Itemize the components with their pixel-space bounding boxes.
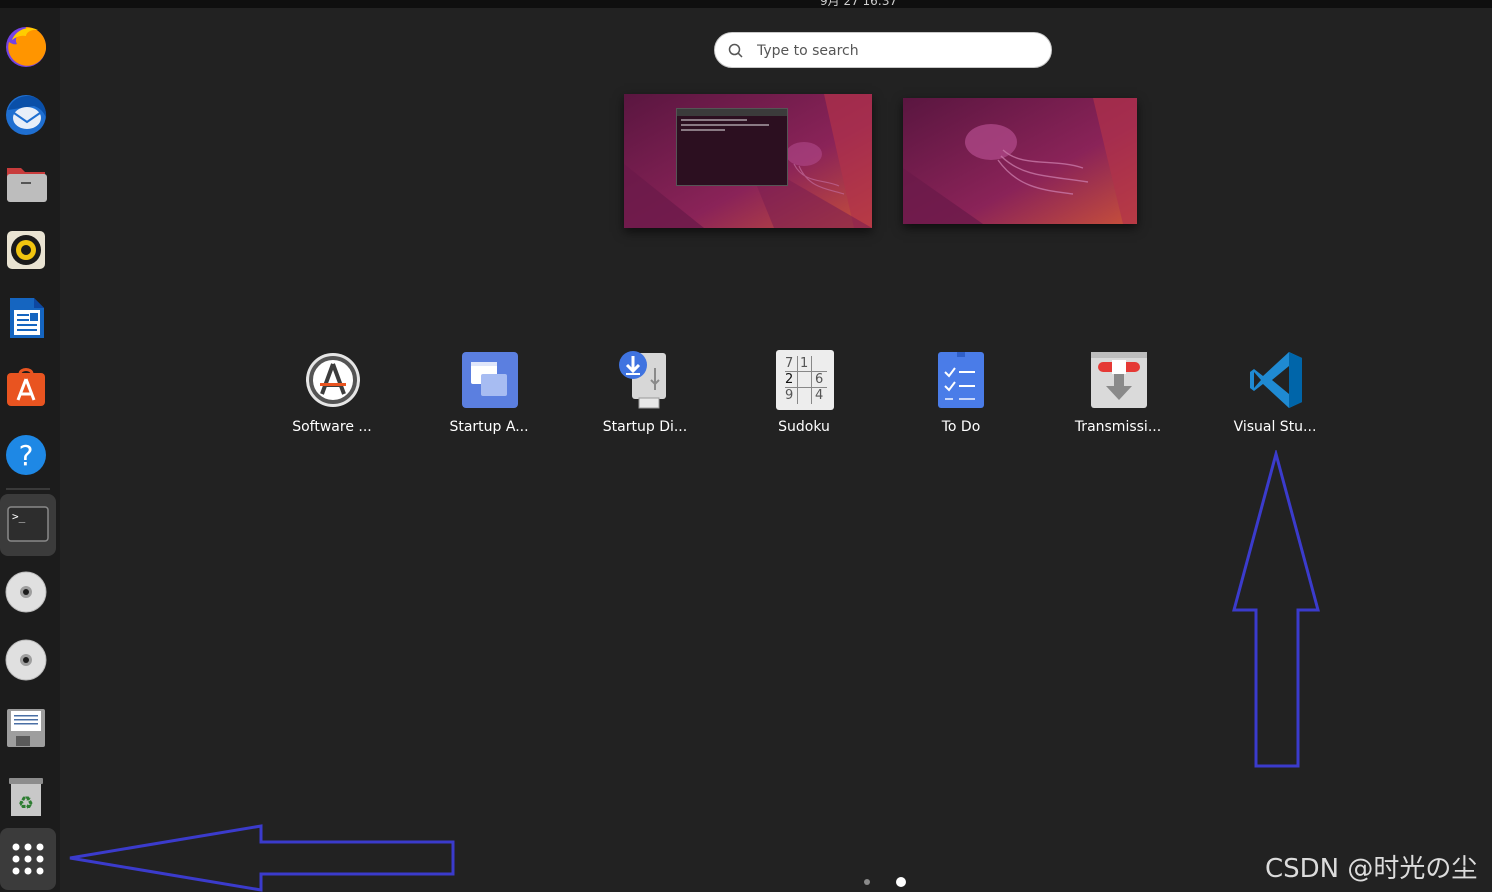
page-indicator-1[interactable] bbox=[864, 879, 870, 885]
dock-disc-1[interactable] bbox=[0, 564, 50, 620]
sudoku-icon: 7 1 2 6 9 4 bbox=[776, 350, 834, 410]
app-software-properties[interactable]: Software ... bbox=[277, 350, 387, 450]
dock-separator bbox=[6, 488, 50, 490]
dock-rhythmbox[interactable] bbox=[0, 222, 50, 278]
trash-icon: ♻ bbox=[9, 778, 43, 816]
dock-files[interactable] bbox=[0, 154, 50, 210]
startup-applications-icon bbox=[462, 352, 518, 408]
vscode-icon bbox=[1250, 352, 1302, 408]
app-todo[interactable]: To Do bbox=[906, 350, 1016, 450]
svg-text:♻: ♻ bbox=[18, 793, 34, 814]
app-startup-applications[interactable]: Startup A... bbox=[434, 350, 544, 450]
help-icon: ? bbox=[6, 435, 46, 475]
dock-firefox[interactable] bbox=[0, 18, 50, 74]
annotation-arrow-up bbox=[1232, 450, 1320, 768]
app-sudoku[interactable]: 7 1 2 6 9 4 Sudoku bbox=[749, 350, 859, 450]
shopping-bag-icon bbox=[7, 368, 45, 406]
svg-text:?: ? bbox=[19, 439, 34, 472]
document-icon bbox=[10, 298, 44, 338]
top-bar: 9月 27 16:37 bbox=[0, 0, 1492, 8]
usb-drive-icon bbox=[619, 351, 666, 409]
dock-show-applications[interactable] bbox=[0, 828, 56, 890]
svg-text:>_: >_ bbox=[12, 510, 26, 523]
dock-software[interactable] bbox=[0, 358, 50, 414]
disc-icon bbox=[5, 639, 47, 681]
dock-thunderbird[interactable] bbox=[0, 86, 50, 142]
disc-icon bbox=[5, 571, 47, 613]
todo-checklist-icon bbox=[938, 352, 984, 408]
dock: ? >_ ♻ bbox=[0, 8, 60, 892]
search-input[interactable] bbox=[755, 39, 1039, 63]
annotation-arrow-left bbox=[69, 824, 455, 892]
watermark: CSDN @时光の尘 bbox=[1265, 854, 1478, 884]
dock-trash[interactable]: ♻ bbox=[0, 768, 50, 824]
dock-disc-2[interactable] bbox=[0, 632, 50, 688]
dock-terminal[interactable]: >_ bbox=[0, 494, 56, 556]
search-icon bbox=[728, 43, 743, 58]
software-updates-icon bbox=[306, 353, 360, 407]
firefox-icon bbox=[6, 27, 47, 67]
dock-floppy[interactable] bbox=[0, 700, 50, 756]
workspace-thumbnail-2[interactable] bbox=[903, 98, 1137, 224]
wallpaper-jellyfish bbox=[903, 98, 1137, 224]
folder-icon bbox=[7, 168, 47, 202]
app-grid-icon bbox=[12, 843, 44, 875]
search-box[interactable] bbox=[714, 32, 1052, 68]
floppy-icon bbox=[7, 709, 45, 747]
dock-help[interactable]: ? bbox=[0, 426, 50, 482]
dock-writer[interactable] bbox=[0, 290, 50, 346]
page-indicator-2[interactable] bbox=[896, 877, 906, 887]
transmission-icon bbox=[1091, 352, 1147, 408]
terminal-window-thumbnail bbox=[676, 108, 788, 186]
app-startup-disk-creator[interactable]: Startup Di... bbox=[590, 350, 700, 450]
clock[interactable]: 9月 27 16:37 bbox=[820, 0, 897, 9]
app-transmission[interactable]: Transmissi... bbox=[1063, 350, 1173, 450]
workspace-thumbnail-1[interactable] bbox=[624, 94, 872, 228]
terminal-icon: >_ bbox=[7, 506, 49, 542]
app-visual-studio-code[interactable]: Visual Stu... bbox=[1220, 350, 1330, 450]
speaker-icon bbox=[7, 231, 45, 269]
thunderbird-icon bbox=[6, 95, 47, 135]
